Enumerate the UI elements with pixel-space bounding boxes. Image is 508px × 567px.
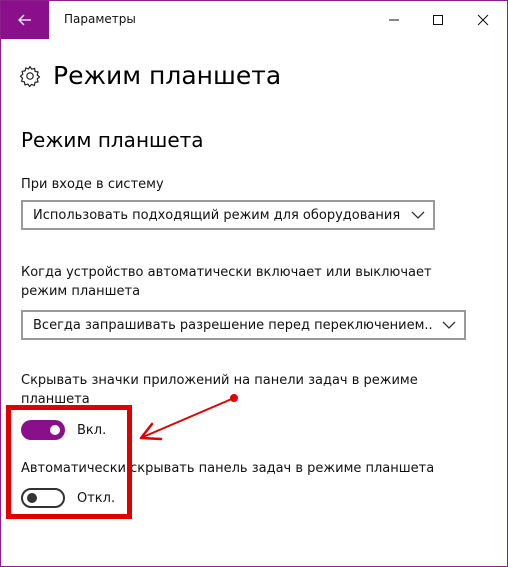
page-header: Режим планшета [19, 61, 281, 90]
close-icon [477, 14, 489, 26]
annotation-highlight-box [6, 405, 132, 519]
chevron-down-icon [411, 211, 425, 219]
signin-label: При входе в систему [21, 177, 164, 192]
chevron-down-icon [442, 321, 456, 329]
gear-icon [19, 65, 41, 87]
auto-switch-label-line1: Когда устройство автоматически включает … [21, 265, 432, 280]
section-title: Режим планшета [21, 128, 204, 152]
auto-switch-label-line2: режим планшета [21, 284, 141, 299]
title-bar: Параметры [1, 1, 507, 39]
arrow-left-icon [18, 14, 31, 26]
maximize-button[interactable] [415, 1, 461, 39]
minimize-button[interactable] [371, 1, 417, 39]
auto-switch-dropdown[interactable]: Всегда запрашивать разрешение перед пере… [21, 310, 466, 340]
maximize-icon [433, 15, 443, 25]
auto-switch-label: Когда устройство автоматически включает … [21, 263, 432, 301]
annotation-arrow [139, 394, 238, 441]
signin-dropdown-value: Использовать подходящий режим для оборуд… [33, 207, 401, 223]
page-title: Режим планшета [53, 61, 282, 90]
minimize-icon [389, 19, 399, 21]
auto-switch-dropdown-value: Всегда запрашивать разрешение перед пере… [33, 317, 434, 333]
back-button[interactable] [1, 1, 49, 39]
close-button[interactable] [460, 1, 506, 39]
window-title: Параметры [64, 12, 136, 26]
hide-icons-label-line1: Скрывать значки приложений на панели зад… [21, 373, 418, 388]
settings-window: Параметры Режим планшета Режим планшета … [0, 0, 508, 567]
signin-dropdown[interactable]: Использовать подходящий режим для оборуд… [21, 200, 435, 230]
